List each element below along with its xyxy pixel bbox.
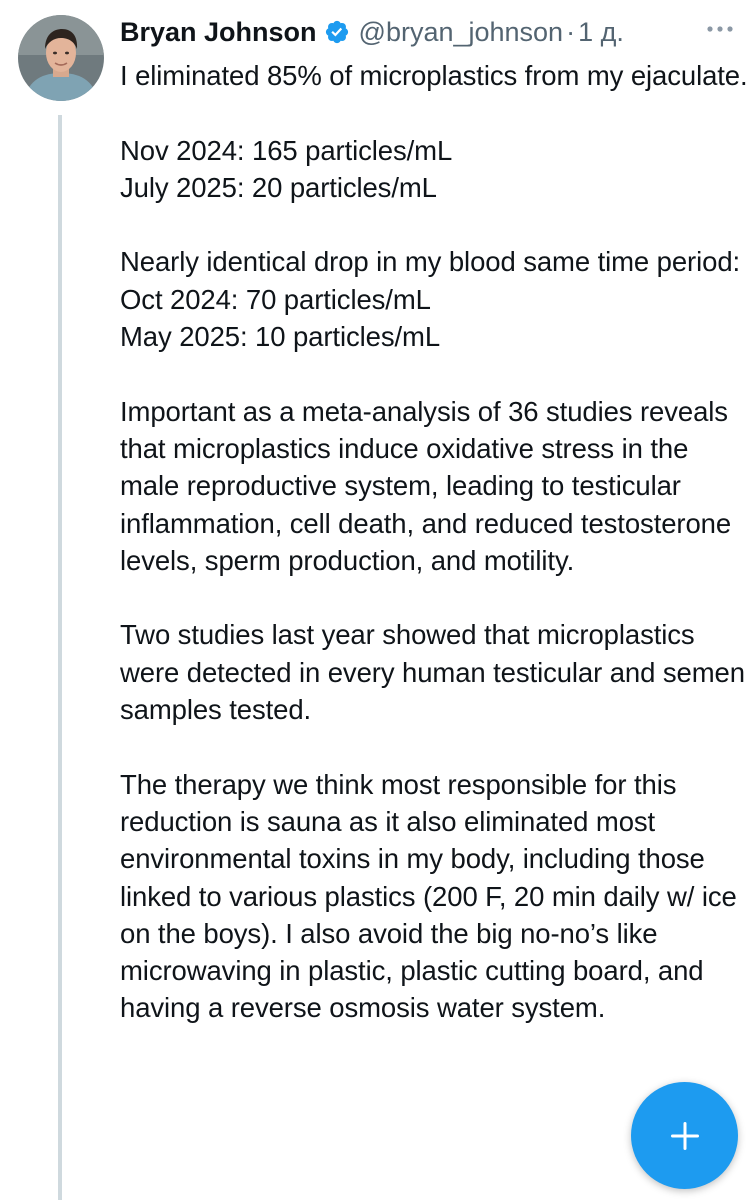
- author-handle[interactable]: @bryan_johnson: [359, 17, 564, 48]
- tweet-text: I eliminated 85% of microplastics from m…: [120, 60, 748, 1024]
- tweet-timestamp[interactable]: 1 д.: [578, 17, 624, 48]
- separator-dot: ·: [566, 16, 576, 47]
- author-display-name[interactable]: Bryan Johnson: [120, 17, 317, 48]
- more-horizontal-icon: [707, 26, 733, 32]
- plus-icon: [670, 1121, 699, 1150]
- thread-connector-line: [58, 115, 62, 1200]
- tweet-header: Bryan Johnson @bryan_johnson · 1 д.: [120, 14, 624, 50]
- profile-photo: [18, 15, 104, 101]
- more-options-button[interactable]: [702, 18, 738, 44]
- verified-badge-icon[interactable]: [324, 19, 350, 45]
- compose-button[interactable]: [631, 1082, 738, 1189]
- avatar[interactable]: [18, 15, 104, 101]
